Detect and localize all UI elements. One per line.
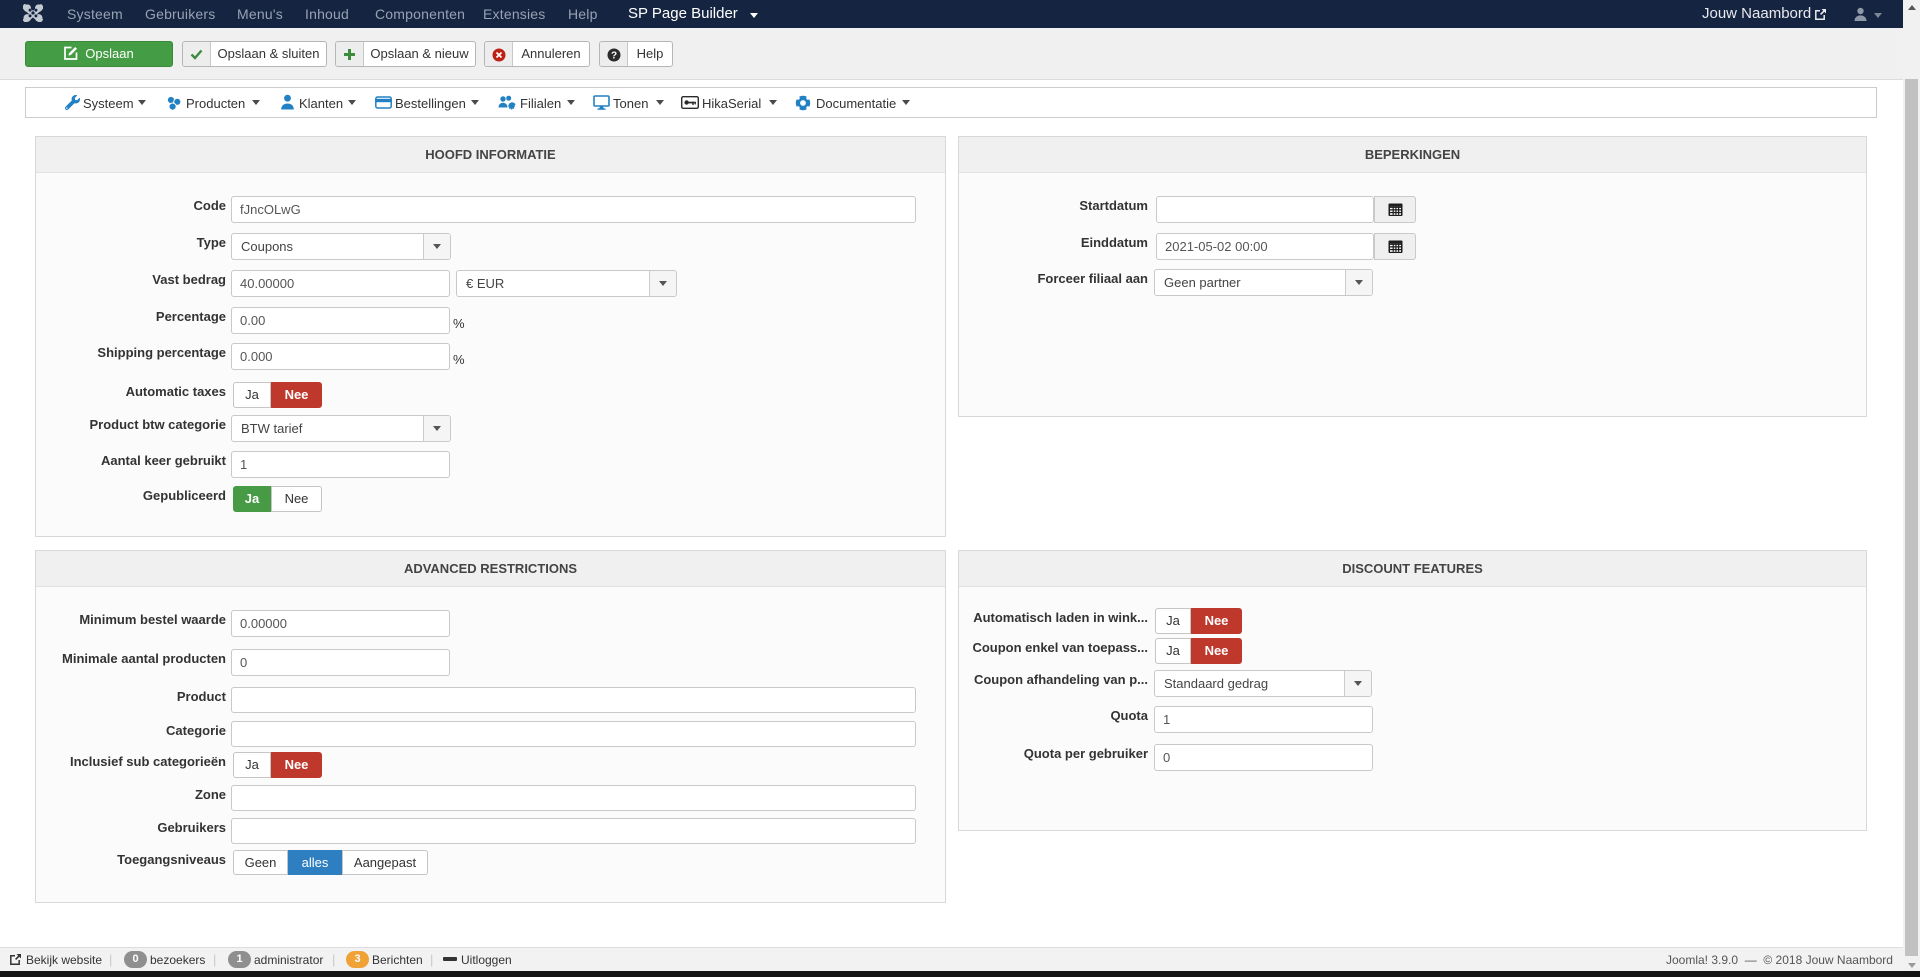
svg-text:?: ? <box>611 51 617 62</box>
